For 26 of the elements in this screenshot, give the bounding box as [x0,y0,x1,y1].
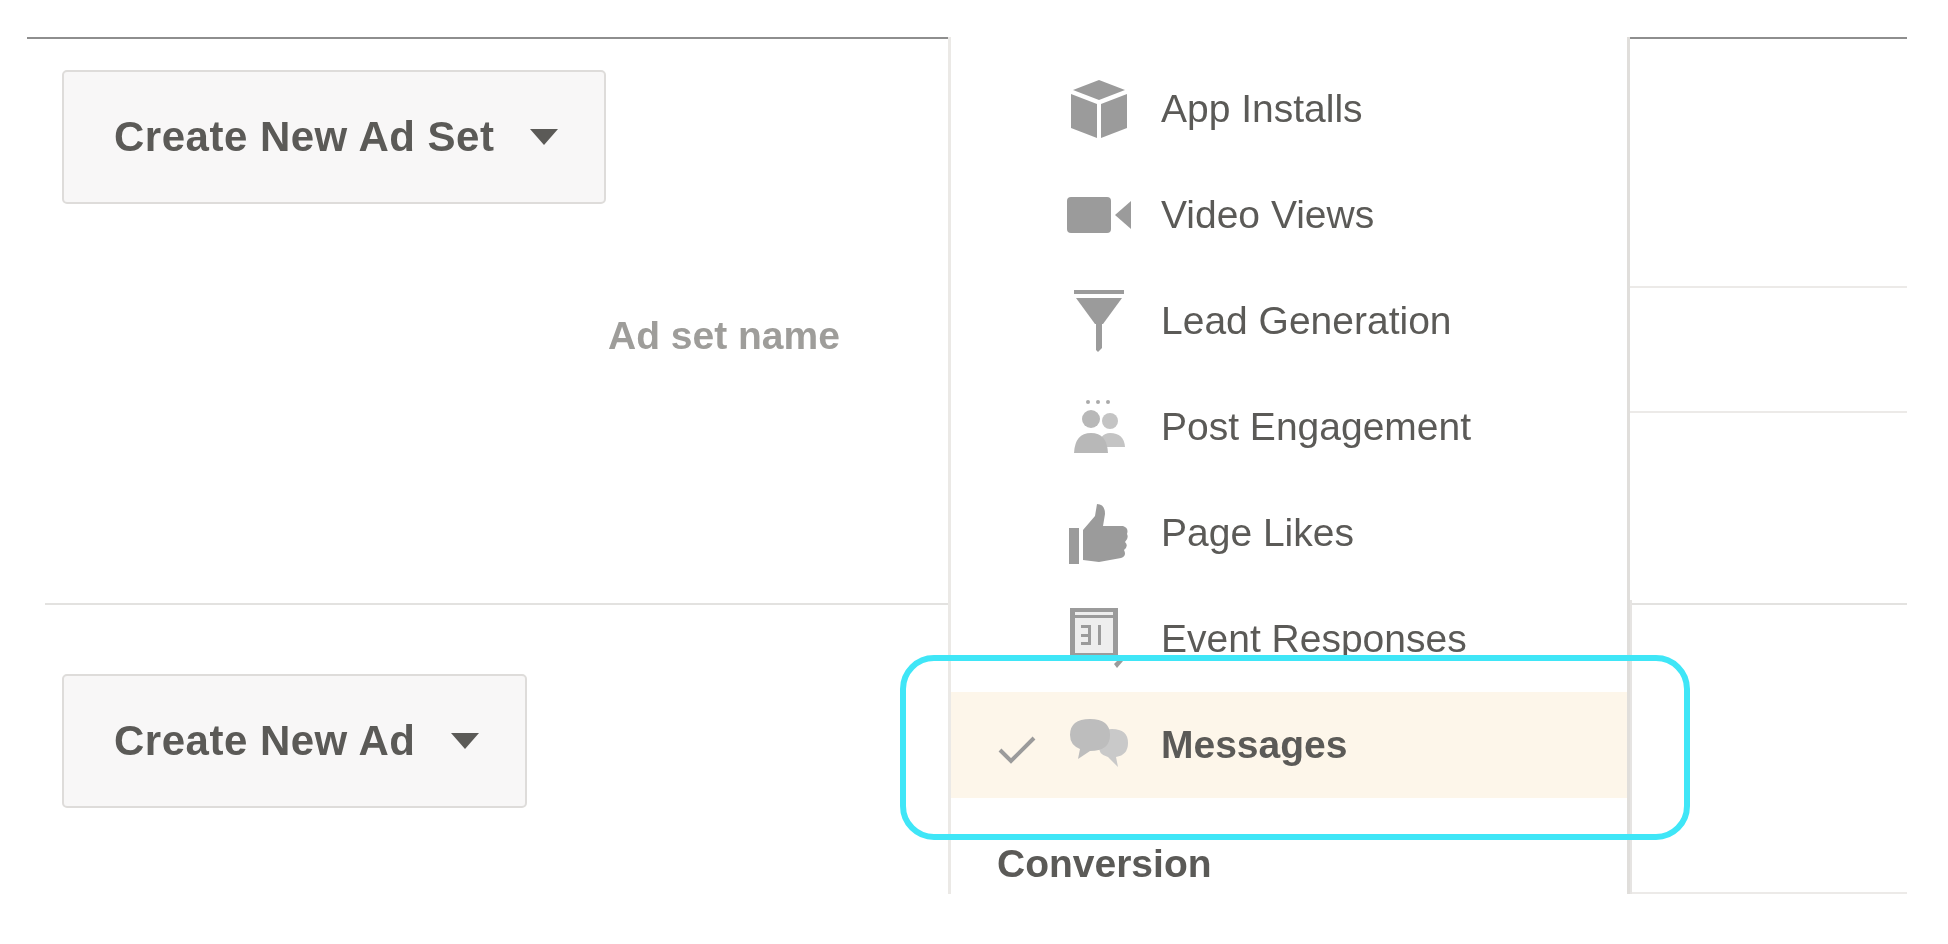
create-ad-button[interactable]: Create New Ad [62,674,528,808]
funnel-icon [1072,290,1126,352]
people-icon [1072,399,1126,455]
menu-item[interactable]: App Installs [951,56,1627,162]
checkmark-icon [997,735,1037,765]
caret-icon [451,733,480,749]
video-camera-icon [1067,195,1131,235]
menu-item[interactable]: Page Likes [951,480,1627,586]
menu-item-label: Page Likes [1161,511,1354,555]
menu-item-label: Event Responses [1161,617,1467,661]
menu-item-label: Post Engagement [1161,405,1472,449]
thumbs-up-icon [1069,502,1129,564]
menu-item[interactable]: Post Engagement [951,374,1627,480]
menu-item-label: Lead Generation [1161,299,1452,343]
menu-item[interactable]: Messages [951,692,1627,798]
create-ad-set-button[interactable]: Create New Ad Set [62,70,607,204]
field-label: Ad set name [608,314,840,358]
menu-item[interactable]: Video Views [951,162,1627,268]
menu-item[interactable]: Lead Generation [951,268,1627,374]
menu-item-label: App Installs [1161,87,1363,131]
menu-item-label: Messages [1161,723,1348,767]
menu-item-label: Video Views [1161,193,1375,237]
cube-icon [1069,78,1129,140]
menu-item[interactable]: Event Responses [951,586,1627,692]
section-header: Conversion [996,842,1213,886]
caret-icon [530,129,559,145]
